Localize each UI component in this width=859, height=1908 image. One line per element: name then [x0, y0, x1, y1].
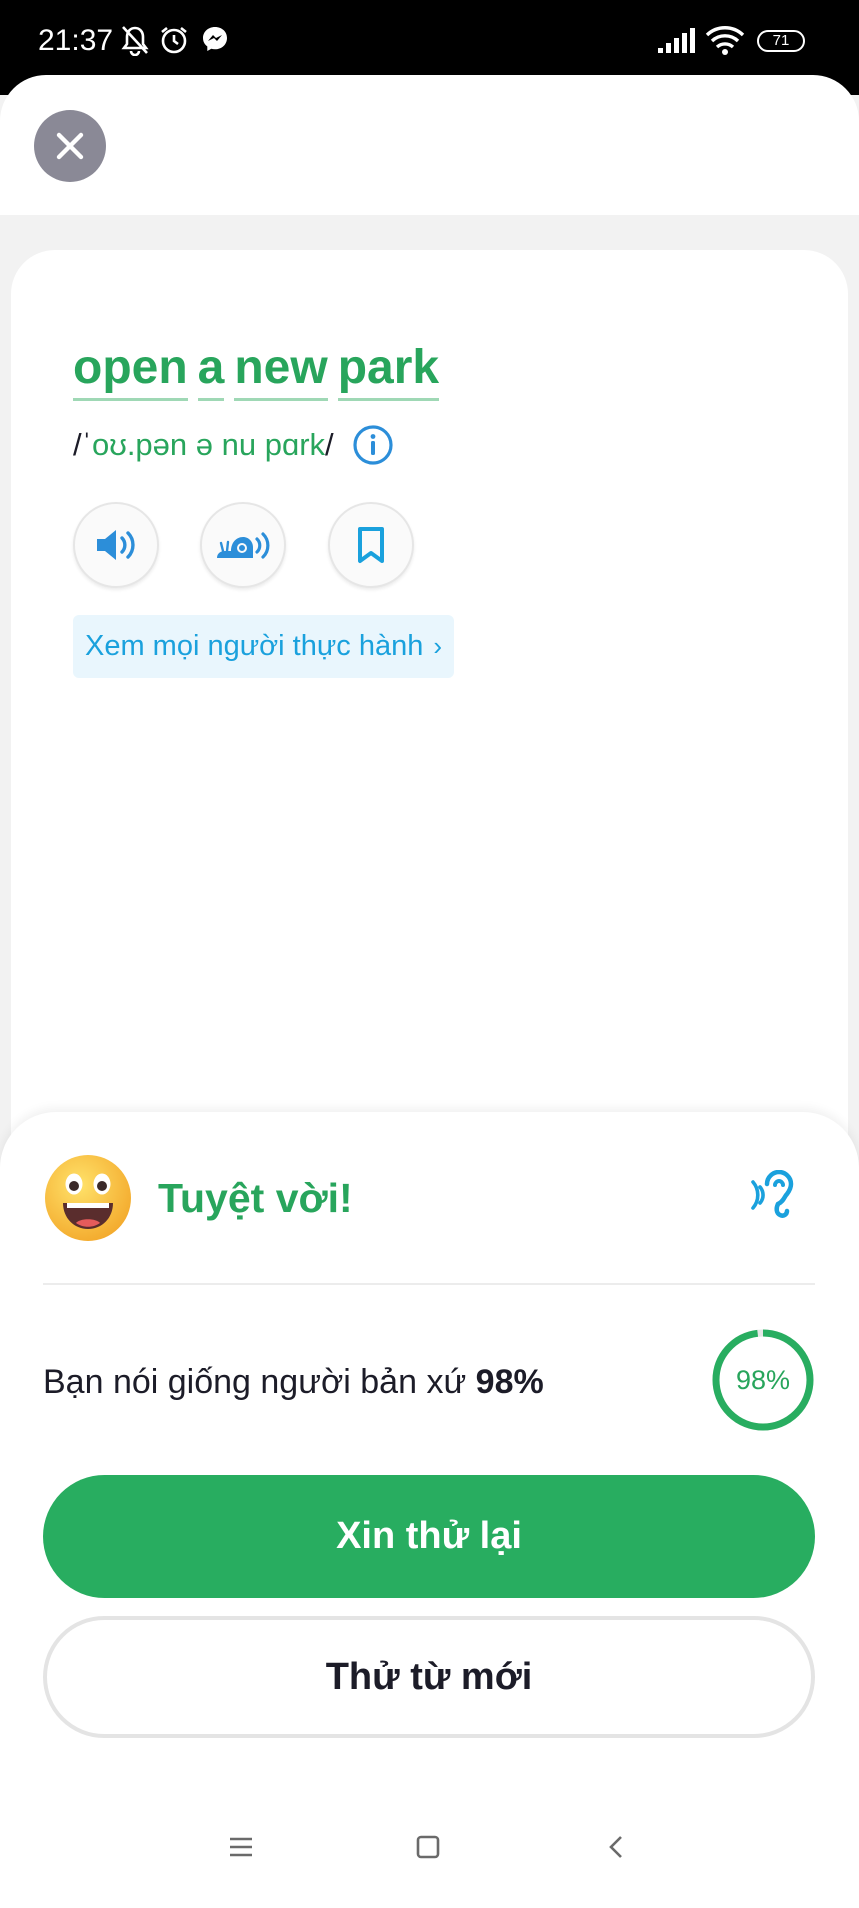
menu-icon[interactable]: [228, 1832, 254, 1862]
try-new-word-button[interactable]: Thử từ mới: [43, 1616, 815, 1738]
score-ring-label: 98%: [735, 1364, 791, 1395]
home-square-icon[interactable]: [415, 1832, 441, 1862]
bell-off-icon: [121, 26, 149, 56]
ipa-transcription: /ˈoʊ.pən ə nu pɑrk/: [73, 427, 334, 463]
signal-icon: [658, 28, 695, 53]
alarm-icon: [161, 26, 187, 54]
ipa-stress-mark: ˈ: [81, 427, 92, 462]
phrase-word[interactable]: a: [197, 342, 225, 401]
native-similarity-text: Bạn nói giống người bản xứ 98%: [43, 1360, 544, 1404]
play-slow-audio-button[interactable]: [200, 502, 286, 588]
star-struck-emoji-icon: [45, 1155, 131, 1241]
phrase: open a new park: [73, 342, 440, 401]
bookmark-button[interactable]: [328, 502, 414, 588]
ipa-slash-close: /: [325, 427, 334, 462]
score-prefix: Bạn nói giống người bản xứ: [43, 1363, 467, 1401]
result-title: Tuyệt vời!: [158, 1175, 353, 1221]
close-button[interactable]: [34, 110, 106, 182]
wifi-icon: [705, 26, 745, 55]
speaker-icon: [97, 530, 135, 560]
system-nav-bar: [0, 1820, 859, 1890]
ipa-row: /ˈoʊ.pən ə nu pɑrk/: [73, 420, 394, 470]
battery-icon: 71: [757, 30, 805, 52]
info-icon[interactable]: [352, 424, 394, 466]
score-value: 98%: [475, 1363, 544, 1401]
status-time: 21:37: [38, 24, 114, 57]
ipa-slash-open: /: [73, 427, 82, 462]
phrase-word[interactable]: park: [337, 342, 440, 401]
ipa-body: oʊ.pən ə nu pɑrk: [91, 427, 326, 462]
divider: [43, 1283, 815, 1285]
slow-snail-icon: [217, 532, 270, 559]
phrase-word[interactable]: new: [234, 342, 328, 401]
top-sheet: [0, 75, 859, 215]
play-audio-button[interactable]: [73, 502, 159, 588]
close-icon: [56, 132, 84, 160]
messenger-icon: [203, 27, 227, 51]
back-icon[interactable]: [604, 1832, 630, 1862]
see-others-practice-link[interactable]: Xem mọi người thực hành ›: [73, 615, 454, 678]
retry-button[interactable]: Xin thử lại: [43, 1475, 815, 1598]
ear-listen-icon[interactable]: [748, 1170, 806, 1220]
bookmark-icon: [358, 527, 384, 563]
see-others-label: Xem mọi người thực hành: [85, 630, 424, 662]
phrase-word[interactable]: open: [73, 342, 188, 401]
chevron-right-icon: ›: [433, 631, 443, 661]
